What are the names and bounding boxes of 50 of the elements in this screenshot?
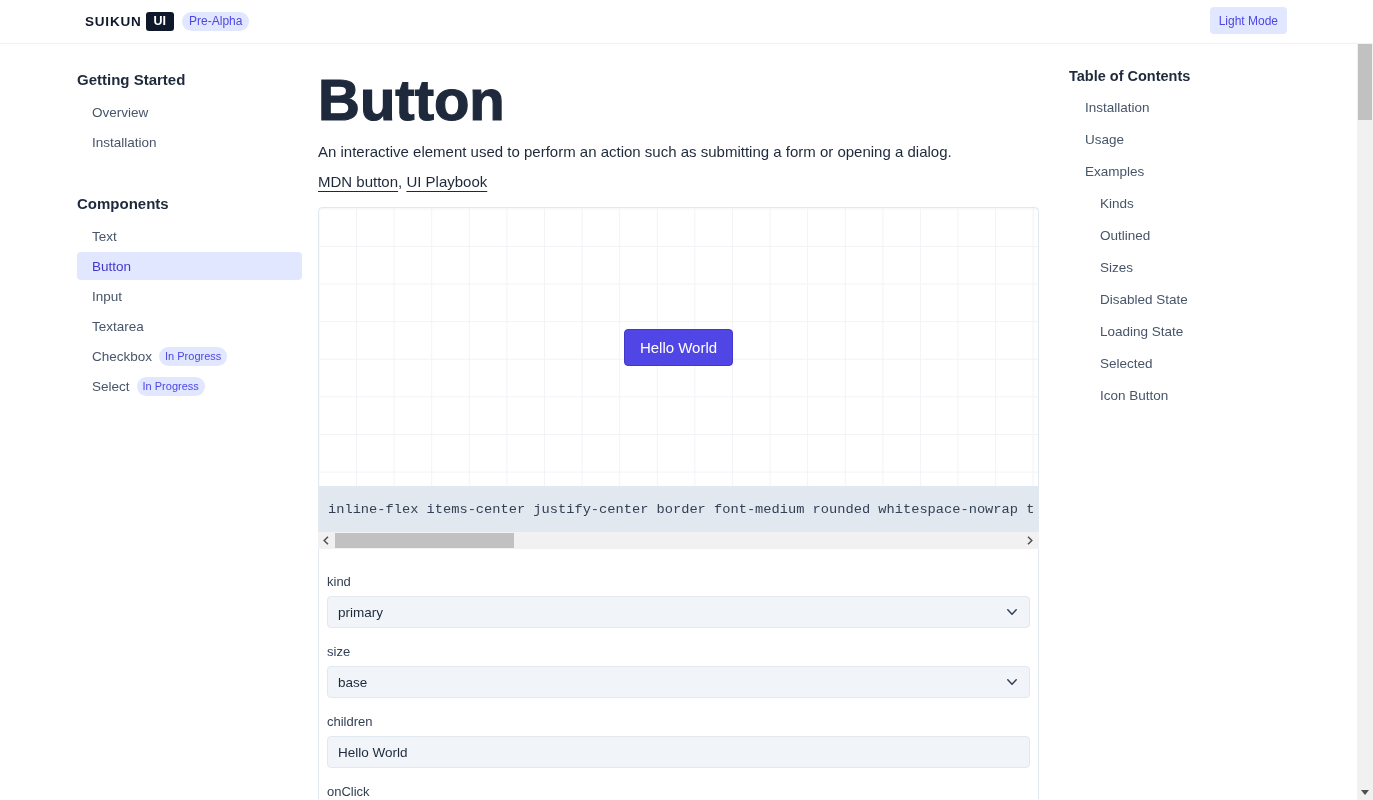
vertical-scrollbar[interactable]: [1357, 44, 1373, 800]
toc-link[interactable]: Icon Button: [1100, 380, 1169, 412]
dropdown[interactable]: base: [327, 666, 1030, 698]
field-label: onClick: [327, 785, 370, 799]
scrollbar-thumb[interactable]: [1358, 44, 1372, 120]
theme-toggle-button[interactable]: Light Mode: [1209, 7, 1287, 34]
field-label: children: [327, 715, 373, 729]
status-badge: In Progress: [136, 376, 205, 396]
text-field[interactable]: Hello World: [327, 736, 1030, 768]
link[interactable]: UI Playbook: [406, 173, 488, 190]
sidebar-item[interactable]: Overview: [77, 98, 302, 126]
toc-link[interactable]: Kinds: [1100, 188, 1134, 220]
page-title: Button: [318, 67, 505, 132]
toc-link[interactable]: Selected: [1100, 348, 1153, 380]
sidebar-item[interactable]: Select In Progress: [77, 372, 302, 400]
chevron-right-icon[interactable]: [1027, 536, 1033, 545]
scrollbar-thumb[interactable]: [335, 533, 514, 548]
logo-text: SUIKUN: [85, 14, 142, 29]
sidebar-item[interactable]: Installation: [77, 128, 302, 156]
toc-link[interactable]: Usage: [1085, 124, 1125, 156]
status-badge: In Progress: [159, 346, 228, 366]
toc-link[interactable]: Disabled State: [1100, 284, 1188, 316]
toc-link[interactable]: Installation: [1085, 92, 1150, 124]
sidebar-item[interactable]: Button: [77, 252, 302, 280]
triangle-down-icon[interactable]: [1361, 790, 1369, 795]
sidebar-heading: Components: [77, 195, 169, 212]
link[interactable]: MDN button: [318, 173, 399, 190]
page-description: An interactive element used to perform an action such as submitting a form or opening a dialog.: [318, 143, 952, 160]
toc-link[interactable]: Examples: [1085, 156, 1145, 188]
chevron-down-icon: [1007, 679, 1017, 685]
sidebar-item[interactable]: Textarea: [77, 312, 302, 340]
reference-links: MDN button, UI Playbook: [318, 172, 488, 192]
chevron-left-icon[interactable]: [323, 536, 329, 545]
toc-heading: Table of Contents: [1069, 67, 1191, 86]
dropdown[interactable]: primary: [327, 596, 1030, 628]
sidebar-item[interactable]: Checkbox In Progress: [77, 342, 302, 370]
field-label: size: [327, 645, 351, 659]
sidebar-item[interactable]: Text: [77, 222, 302, 250]
class-list-code: inline-flex items-center justify-center border font-medium rounded whitespace-nowrap t: [318, 487, 1039, 532]
preview-button[interactable]: Hello World: [623, 328, 734, 366]
horizontal-scrollbar[interactable]: [318, 532, 1039, 549]
sidebar-item[interactable]: Input: [77, 282, 302, 310]
toc-link[interactable]: Outlined: [1100, 220, 1151, 252]
sidebar-heading: Getting Started: [77, 71, 186, 88]
toc-link[interactable]: Sizes: [1100, 252, 1133, 284]
toc-link[interactable]: Loading State: [1100, 316, 1184, 348]
logo-mark: UI: [145, 12, 175, 31]
field-label: kind: [327, 575, 351, 589]
stage-badge: Pre-Alpha: [182, 12, 250, 31]
chevron-down-icon: [1007, 609, 1017, 615]
